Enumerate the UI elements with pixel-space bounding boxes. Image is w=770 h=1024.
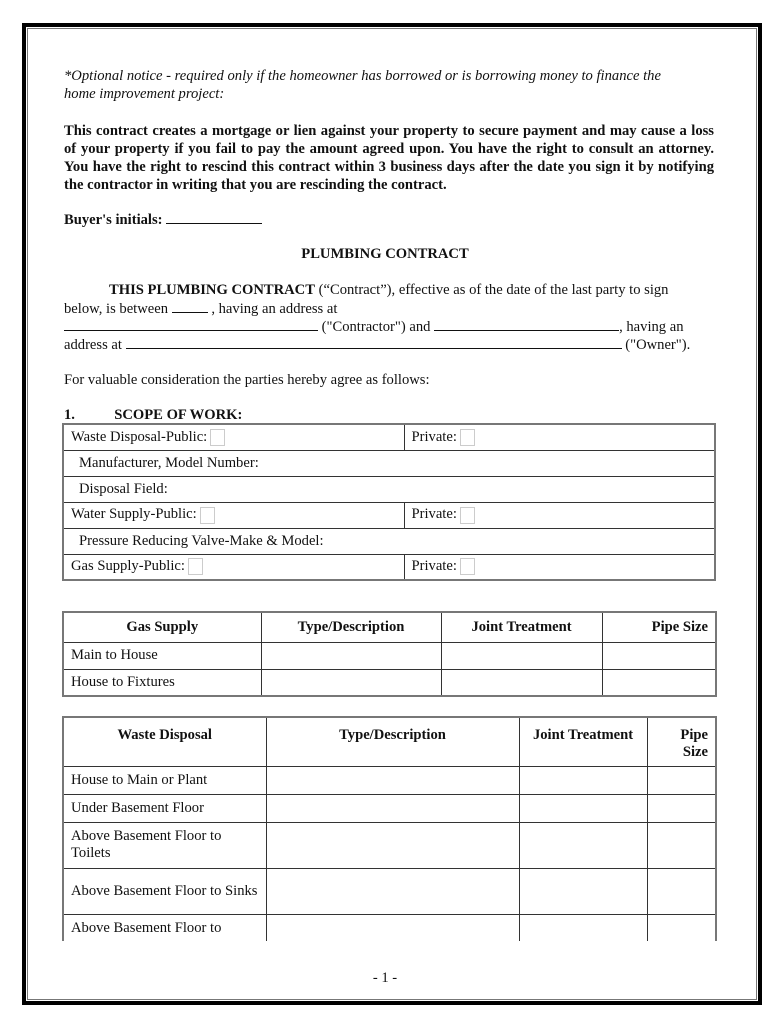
owner-name-field[interactable] (434, 317, 620, 331)
waste-private-label: Private: (411, 428, 457, 445)
joint-treatment-cell[interactable] (518, 765, 648, 795)
water-public-label: Water Supply-Public: (71, 506, 197, 523)
waste-private-checkbox[interactable] (459, 428, 475, 446)
gas-private-cell: Private: (403, 553, 716, 581)
row-label: Main to House (62, 641, 262, 670)
waste-private-cell: Private: (403, 423, 716, 451)
intro-text: , having an (619, 319, 684, 335)
scope-of-work-table: Waste Disposal-Public: Private: Manufact… (62, 423, 716, 581)
section-1-heading: 1. SCOPE OF WORK: (64, 406, 242, 424)
pipe-size-cell[interactable] (646, 765, 717, 795)
intro-line3: ("Contractor") and , having an (64, 317, 684, 336)
water-private-checkbox[interactable] (459, 506, 475, 524)
intro-lead-rest: (“Contract”), effective as of the date o… (314, 282, 669, 298)
type-description-cell[interactable] (265, 793, 520, 823)
pipe-size-cell[interactable] (601, 641, 717, 670)
column-header: Pipe Size (601, 611, 717, 643)
section-title: SCOPE OF WORK: (114, 407, 243, 423)
table-row: Above Basement Floor to (62, 913, 717, 941)
column-header: Gas Supply (62, 611, 262, 643)
page-number: - 1 - (372, 970, 398, 986)
intro-text: ("Owner"). (621, 337, 691, 353)
gas-supply-table: Gas Supply Type/Description Joint Treatm… (62, 611, 717, 697)
consideration-text: For valuable consideration the parties h… (64, 372, 430, 388)
intro-line1: THIS PLUMBING CONTRACT (“Contract”), eff… (109, 281, 668, 299)
column-header: Joint Treatment (440, 611, 603, 643)
column-header: Type/Description (265, 716, 520, 767)
intro-line4: address at ("Owner"). (64, 335, 690, 354)
party-name-field[interactable] (171, 299, 208, 313)
pipe-size-cell[interactable] (646, 867, 717, 915)
intro-text: ("Contractor") and (318, 319, 431, 335)
joint-treatment-cell[interactable] (440, 641, 603, 670)
gas-table-header: Gas Supply Type/Description Joint Treatm… (62, 611, 717, 643)
type-description-cell[interactable] (260, 641, 442, 670)
buyer-initials-label: Buyer's initials: (64, 212, 163, 228)
type-description-cell[interactable] (265, 821, 520, 869)
pipe-size-cell[interactable] (646, 793, 717, 823)
waste-public-cell: Waste Disposal-Public: (62, 423, 405, 451)
column-header: Type/Description (260, 611, 442, 643)
intro-text: , having an address at (207, 301, 338, 317)
intro-lead: THIS PLUMBING CONTRACT (109, 282, 315, 298)
waste-public-checkbox[interactable] (210, 428, 226, 446)
water-public-cell: Water Supply-Public: (62, 501, 405, 529)
column-header: Joint Treatment (518, 716, 648, 767)
disposal-field[interactable]: Disposal Field: (62, 475, 716, 503)
intro-text: below, is between (64, 301, 169, 317)
waste-public-label: Waste Disposal-Public: (71, 428, 208, 445)
optional-notice-line1: *Optional notice - required only if the … (64, 68, 661, 84)
buyer-initials: Buyer's initials: (64, 210, 263, 229)
water-public-checkbox[interactable] (199, 506, 215, 524)
contractor-address-field[interactable] (64, 317, 318, 331)
type-description-cell[interactable] (265, 765, 520, 795)
joint-treatment-cell[interactable] (518, 913, 648, 941)
waste-disposal-table: Waste Disposal Type/Description Joint Tr… (62, 716, 717, 941)
row-label: Above Basement Floor to Sinks (62, 867, 267, 915)
intro-line2: below, is between , having an address at (64, 299, 337, 318)
joint-treatment-cell[interactable] (518, 821, 648, 869)
table-row: Main to House (62, 641, 717, 670)
type-description-cell[interactable] (265, 913, 520, 941)
row-label: House to Main or Plant (62, 765, 267, 795)
gas-public-label: Gas Supply-Public: (71, 558, 185, 575)
table-row: Above Basement Floor to Sinks (62, 867, 717, 915)
joint-treatment-cell[interactable] (518, 793, 648, 823)
column-header: Waste Disposal (62, 716, 267, 767)
table-row: Under Basement Floor (62, 793, 717, 823)
section-number: 1. (64, 407, 75, 423)
intro-text: address at (64, 337, 122, 353)
optional-notice-line2: home improvement project: (64, 86, 225, 102)
document-title: PLUMBING CONTRACT (301, 246, 469, 262)
joint-treatment-cell[interactable] (440, 668, 603, 697)
manufacturer-field[interactable]: Manufacturer, Model Number: (62, 449, 716, 477)
type-description-cell[interactable] (265, 867, 520, 915)
row-label: Above Basement Floor to (62, 913, 267, 941)
type-description-cell[interactable] (260, 668, 442, 697)
pipe-size-cell[interactable] (601, 668, 717, 697)
row-label: Under Basement Floor (62, 793, 267, 823)
table-row: Above Basement Floor to Toilets (62, 821, 717, 869)
gas-private-checkbox[interactable] (459, 558, 475, 576)
buyer-initials-field[interactable] (166, 210, 263, 224)
row-label: Above Basement Floor to Toilets (62, 821, 267, 869)
pipe-size-cell[interactable] (646, 821, 717, 869)
owner-address-field[interactable] (125, 335, 622, 349)
column-header: Pipe Size (646, 716, 717, 767)
row-label: House to Fixtures (62, 668, 262, 697)
gas-public-checkbox[interactable] (187, 558, 203, 576)
pressure-valve-field[interactable]: Pressure Reducing Valve-Make & Model: (62, 527, 716, 555)
lien-warning: This contract creates a mortgage or lien… (64, 123, 714, 193)
pipe-size-cell[interactable] (646, 913, 717, 941)
gas-private-label: Private: (411, 558, 457, 575)
table-row: House to Fixtures (62, 668, 717, 697)
waste-table-header: Waste Disposal Type/Description Joint Tr… (62, 716, 717, 767)
gas-public-cell: Gas Supply-Public: (62, 553, 405, 581)
table-row: House to Main or Plant (62, 765, 717, 795)
water-private-cell: Private: (403, 501, 716, 529)
water-private-label: Private: (411, 506, 457, 523)
joint-treatment-cell[interactable] (518, 867, 648, 915)
